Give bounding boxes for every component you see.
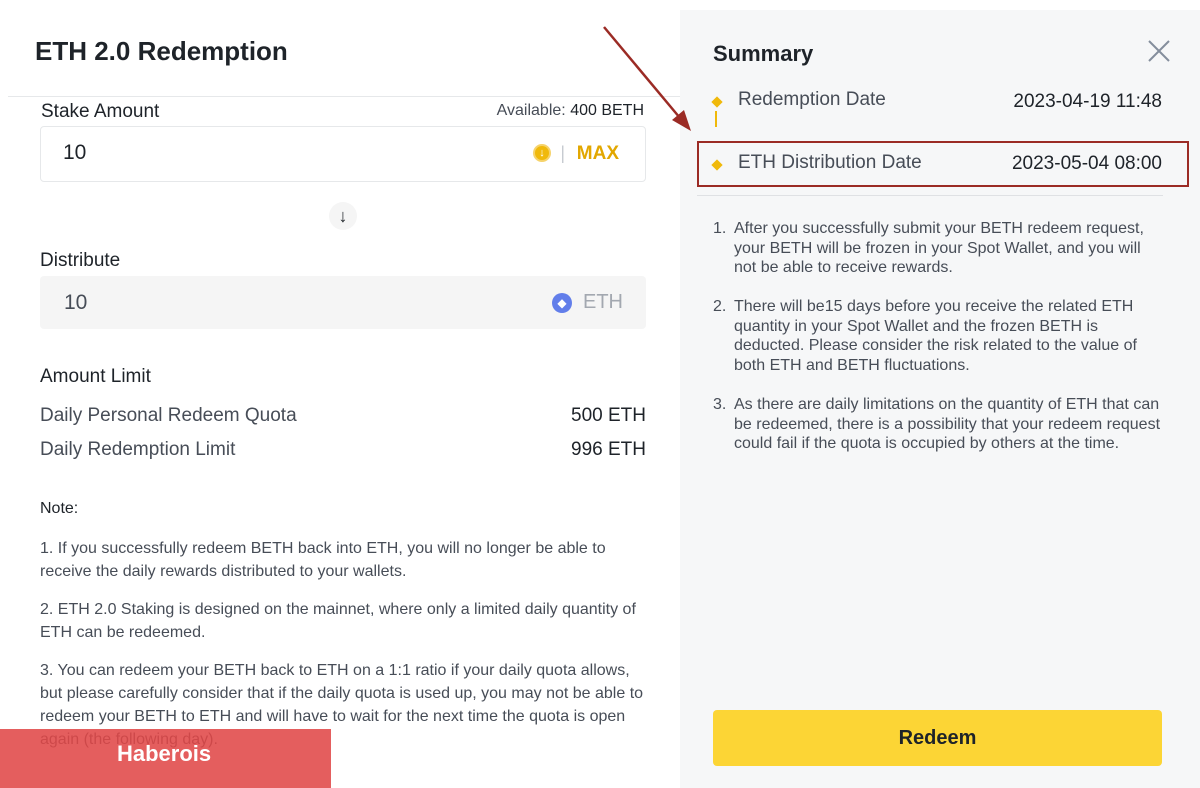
summary-item: 2. There will be15 days before you recei… [713,297,1165,375]
distribute-label: Distribute [40,250,121,271]
distribution-date-label: ETH Distribution Date [738,152,922,173]
timeline-connector [715,111,717,127]
distribute-unit: ETH [583,291,623,313]
eth-token-icon: ◆ [552,293,572,313]
amount-limit-title: Amount Limit [40,366,151,387]
note-item: 2. ETH 2.0 Staking is designed on the ma… [40,601,636,641]
summary-divider [697,195,1163,196]
available-label: Available: [496,102,566,119]
stake-amount-field[interactable]: ↓ | MAX [40,126,646,182]
limit-label: Daily Redemption Limit [40,439,236,460]
limit-label: Daily Personal Redeem Quota [40,405,297,426]
distribution-date-value: 2023-05-04 08:00 [1011,153,1162,174]
distribute-value: 10 [64,291,88,314]
arrow-down-icon: ↓ [329,202,357,230]
max-button[interactable]: MAX [577,143,619,165]
summary-panel: Summary Redemption Date 2023-04-19 11:48… [680,10,1200,788]
summary-item-text: There will be15 days before you receive … [734,298,1137,374]
redeem-button[interactable]: Redeem [713,710,1162,766]
header-divider [8,96,680,97]
available-balance: Available: 400 BETH [497,102,644,120]
limit-value: 996 ETH [571,439,646,460]
watermark-text: Haberois [117,741,212,766]
timeline-dot [711,96,723,108]
close-icon[interactable] [1146,38,1172,64]
stake-amount-label: Stake Amount [41,101,160,122]
summary-item: 1. After you successfully submit your BE… [713,219,1165,278]
summary-item-text: After you successfully submit your BETH … [734,220,1144,276]
watermark-banner: Haberois [0,729,331,788]
summary-title: Summary [713,41,814,66]
page-title: ETH 2.0 Redemption [35,36,288,66]
beth-token-icon: ↓ [533,144,551,162]
field-separator: | [560,143,565,163]
summary-item-number: 2. [713,298,727,315]
summary-item-text: As there are daily limitations on the qu… [734,396,1161,452]
summary-item-number: 1. [713,220,727,237]
available-value: 400 BETH [570,102,644,119]
note-title: Note: [40,500,79,517]
limit-value: 500 ETH [571,405,646,426]
distribute-field: 10 ◆ ETH [40,276,646,329]
summary-item-number: 3. [713,396,727,413]
note-item: 1. If you successfully redeem BETH back … [40,540,606,580]
redemption-date-value: 2023-04-19 11:48 [1013,91,1162,112]
redemption-date-label: Redemption Date [738,89,886,110]
redemption-panel: ETH 2.0 Redemption Stake Amount Availabl… [0,0,680,788]
stake-amount-input[interactable] [63,141,443,165]
summary-item: 3. As there are daily limitations on the… [713,395,1165,454]
